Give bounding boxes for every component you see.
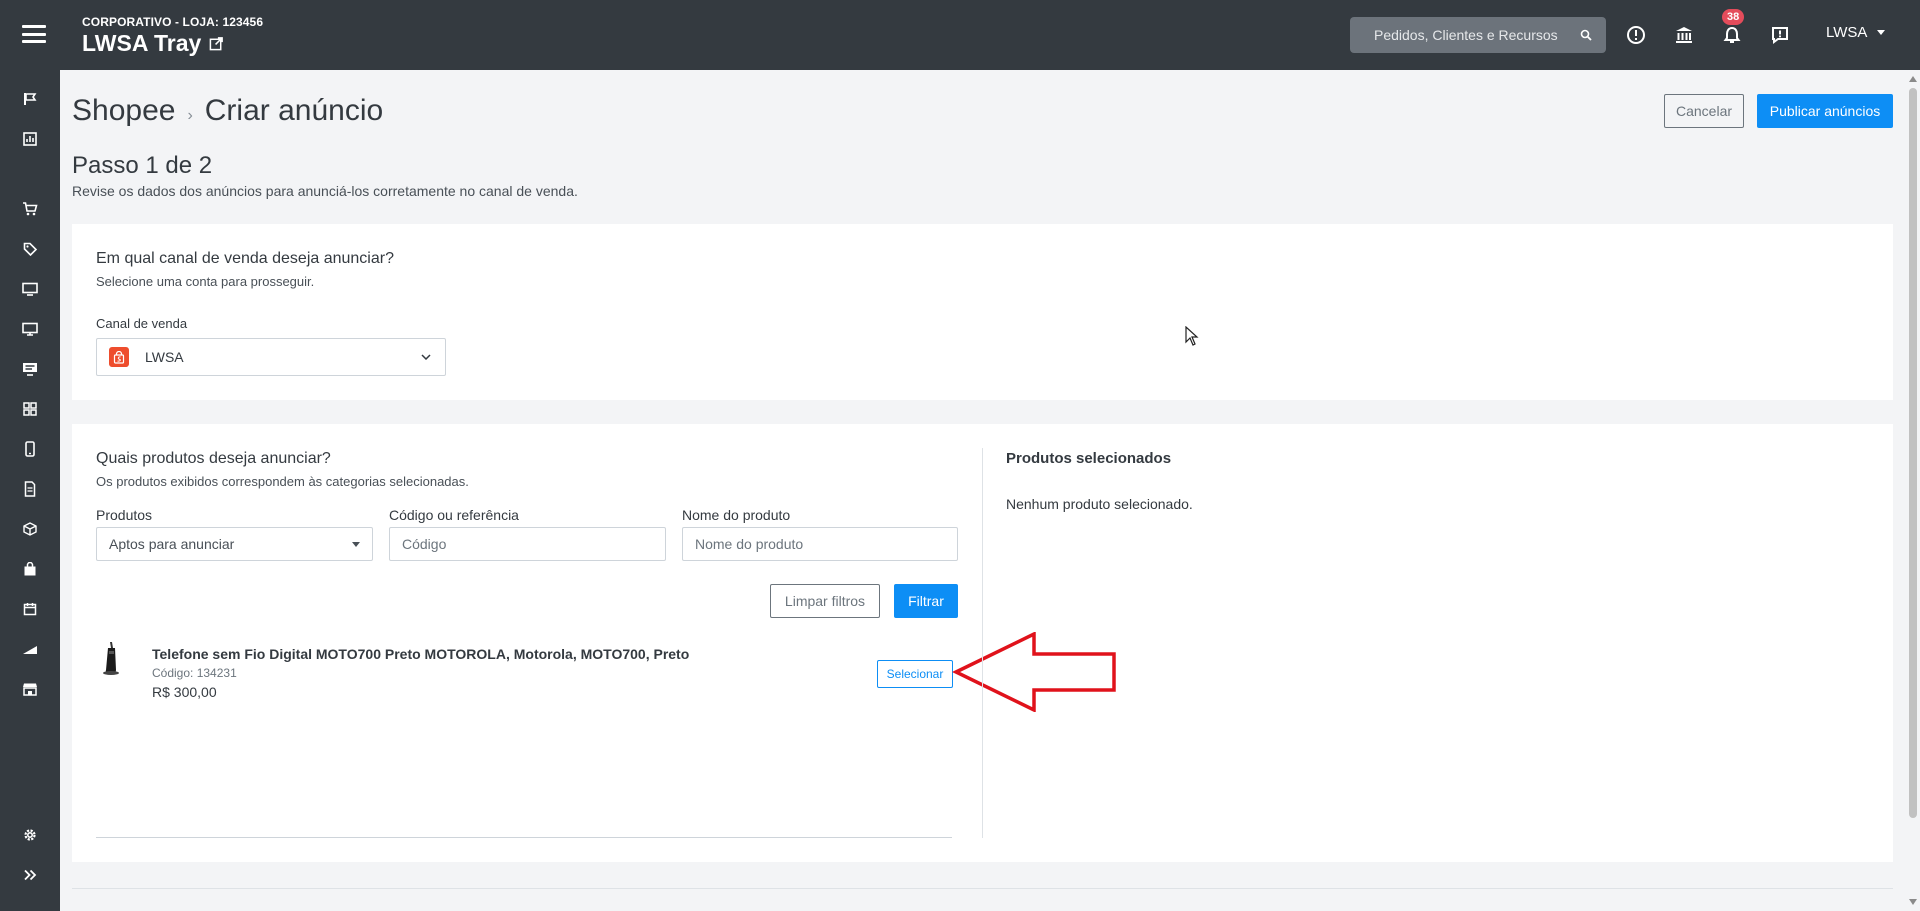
select-product-button[interactable]: Selecionar xyxy=(877,660,953,688)
store-icon[interactable] xyxy=(20,679,40,699)
products-filter-value: Aptos para anunciar xyxy=(109,536,235,552)
scrollbar-thumb[interactable] xyxy=(1909,88,1917,818)
selected-products-title: Produtos selecionados xyxy=(1006,450,1172,467)
grid-icon[interactable] xyxy=(20,399,40,419)
channel-field-label: Canal de venda xyxy=(96,316,188,331)
scroll-down-arrow-icon[interactable] xyxy=(1909,899,1917,905)
selected-channel: LWSA xyxy=(145,349,184,365)
shopee-logo-icon xyxy=(109,347,129,367)
filter-button[interactable]: Filtrar xyxy=(894,584,958,618)
notification-badge: 38 xyxy=(1722,9,1745,25)
cancel-button[interactable]: Cancelar xyxy=(1664,94,1744,128)
channel-subtitle: Selecione uma conta para prosseguir. xyxy=(96,274,315,289)
alert-circle-icon[interactable] xyxy=(1622,21,1650,49)
store-subtitle: CORPORATIVO - LOJA: 123456 xyxy=(82,15,264,29)
name-filter-input[interactable]: Nome do produto xyxy=(682,527,958,561)
desktop-icon[interactable] xyxy=(20,319,40,339)
mobile-icon[interactable] xyxy=(20,439,40,459)
page-title: Criar anúncio xyxy=(204,94,384,127)
name-filter-label: Nome do produto xyxy=(682,507,791,523)
shopping-bag-icon[interactable] xyxy=(20,559,40,579)
store-name: LWSA Tray xyxy=(82,30,202,56)
cart-icon[interactable] xyxy=(20,199,40,219)
caret-down-icon xyxy=(352,542,360,547)
user-label: LWSA xyxy=(1826,24,1868,41)
calendar-icon[interactable] xyxy=(20,599,40,619)
product-name: Telefone sem Fio Digital MOTO700 Preto M… xyxy=(152,646,690,662)
products-filter-select[interactable]: Aptos para anunciar xyxy=(96,527,373,561)
product-price: R$ 300,00 xyxy=(152,684,217,700)
breadcrumb-shopee[interactable]: Shopee xyxy=(72,94,175,128)
external-link-icon xyxy=(209,37,224,51)
box-icon[interactable] xyxy=(20,519,40,539)
products-question: Quais produtos deseja anunciar? xyxy=(96,450,331,467)
breadcrumb: Shopee › Criar anúncio xyxy=(72,94,383,128)
selected-products-empty: Nenhum produto selecionado. xyxy=(1006,496,1193,512)
screen-list-icon[interactable] xyxy=(20,359,40,379)
publish-listings-button[interactable]: Publicar anúncios xyxy=(1757,94,1893,128)
scroll-up-arrow-icon[interactable] xyxy=(1909,76,1917,82)
store-name-link[interactable]: LWSA Tray xyxy=(82,30,224,57)
chevron-down-icon xyxy=(421,354,431,360)
main-content: Shopee › Criar anúncio Cancelar Publicar… xyxy=(60,70,1906,911)
sales-channel-card: Em qual canal de venda deseja anunciar? … xyxy=(72,224,1893,400)
ramp-icon[interactable] xyxy=(20,639,40,659)
products-card: Quais produtos deseja anunciar? Os produ… xyxy=(72,424,1893,862)
settings-gear-icon[interactable] xyxy=(20,825,40,845)
chevron-down-icon xyxy=(1877,30,1886,35)
monitor-icon[interactable] xyxy=(20,279,40,299)
code-filter-input[interactable]: Código xyxy=(389,527,666,561)
sidebar xyxy=(0,70,60,911)
search-placeholder: Pedidos, Clientes e Recursos xyxy=(1374,27,1558,43)
feedback-chat-icon[interactable] xyxy=(1766,21,1794,49)
step-description: Revise os dados dos anúncios para anunci… xyxy=(72,183,578,199)
footer-divider xyxy=(72,888,1893,889)
product-thumbnail xyxy=(103,642,119,675)
flag-icon[interactable] xyxy=(20,89,40,109)
search-icon[interactable] xyxy=(1566,29,1606,41)
top-bar: CORPORATIVO - LOJA: 123456 LWSA Tray Ped… xyxy=(0,0,1920,70)
expand-sidebar-icon[interactable] xyxy=(20,865,40,885)
bank-icon[interactable] xyxy=(1670,21,1698,49)
menu-hamburger-icon[interactable] xyxy=(22,25,46,43)
code-placeholder: Código xyxy=(402,536,447,552)
user-menu[interactable]: LWSA xyxy=(1826,24,1886,41)
products-filter-label: Produtos xyxy=(96,507,153,523)
global-search-input[interactable]: Pedidos, Clientes e Recursos xyxy=(1350,17,1606,53)
sales-channel-select[interactable]: LWSA xyxy=(96,338,446,376)
step-title: Passo 1 de 2 xyxy=(72,152,213,179)
clear-filters-button[interactable]: Limpar filtros xyxy=(770,584,880,618)
page-scrollbar[interactable] xyxy=(1906,70,1920,911)
name-placeholder: Nome do produto xyxy=(695,536,804,552)
tag-icon[interactable] xyxy=(20,239,40,259)
column-divider xyxy=(982,448,983,838)
mouse-cursor-icon xyxy=(1185,326,1199,346)
product-code: Código: 134231 xyxy=(152,666,237,680)
breadcrumb-separator: › xyxy=(187,107,193,124)
code-filter-label: Código ou referência xyxy=(389,507,519,523)
list-divider xyxy=(96,837,952,838)
bell-icon[interactable] xyxy=(1718,21,1746,49)
channel-question: Em qual canal de venda deseja anunciar? xyxy=(96,250,394,267)
document-icon[interactable] xyxy=(20,479,40,499)
products-subtitle: Os produtos exibidos correspondem às cat… xyxy=(96,474,469,489)
dashboard-icon[interactable] xyxy=(20,129,40,149)
annotation-arrow-icon xyxy=(952,632,1116,712)
